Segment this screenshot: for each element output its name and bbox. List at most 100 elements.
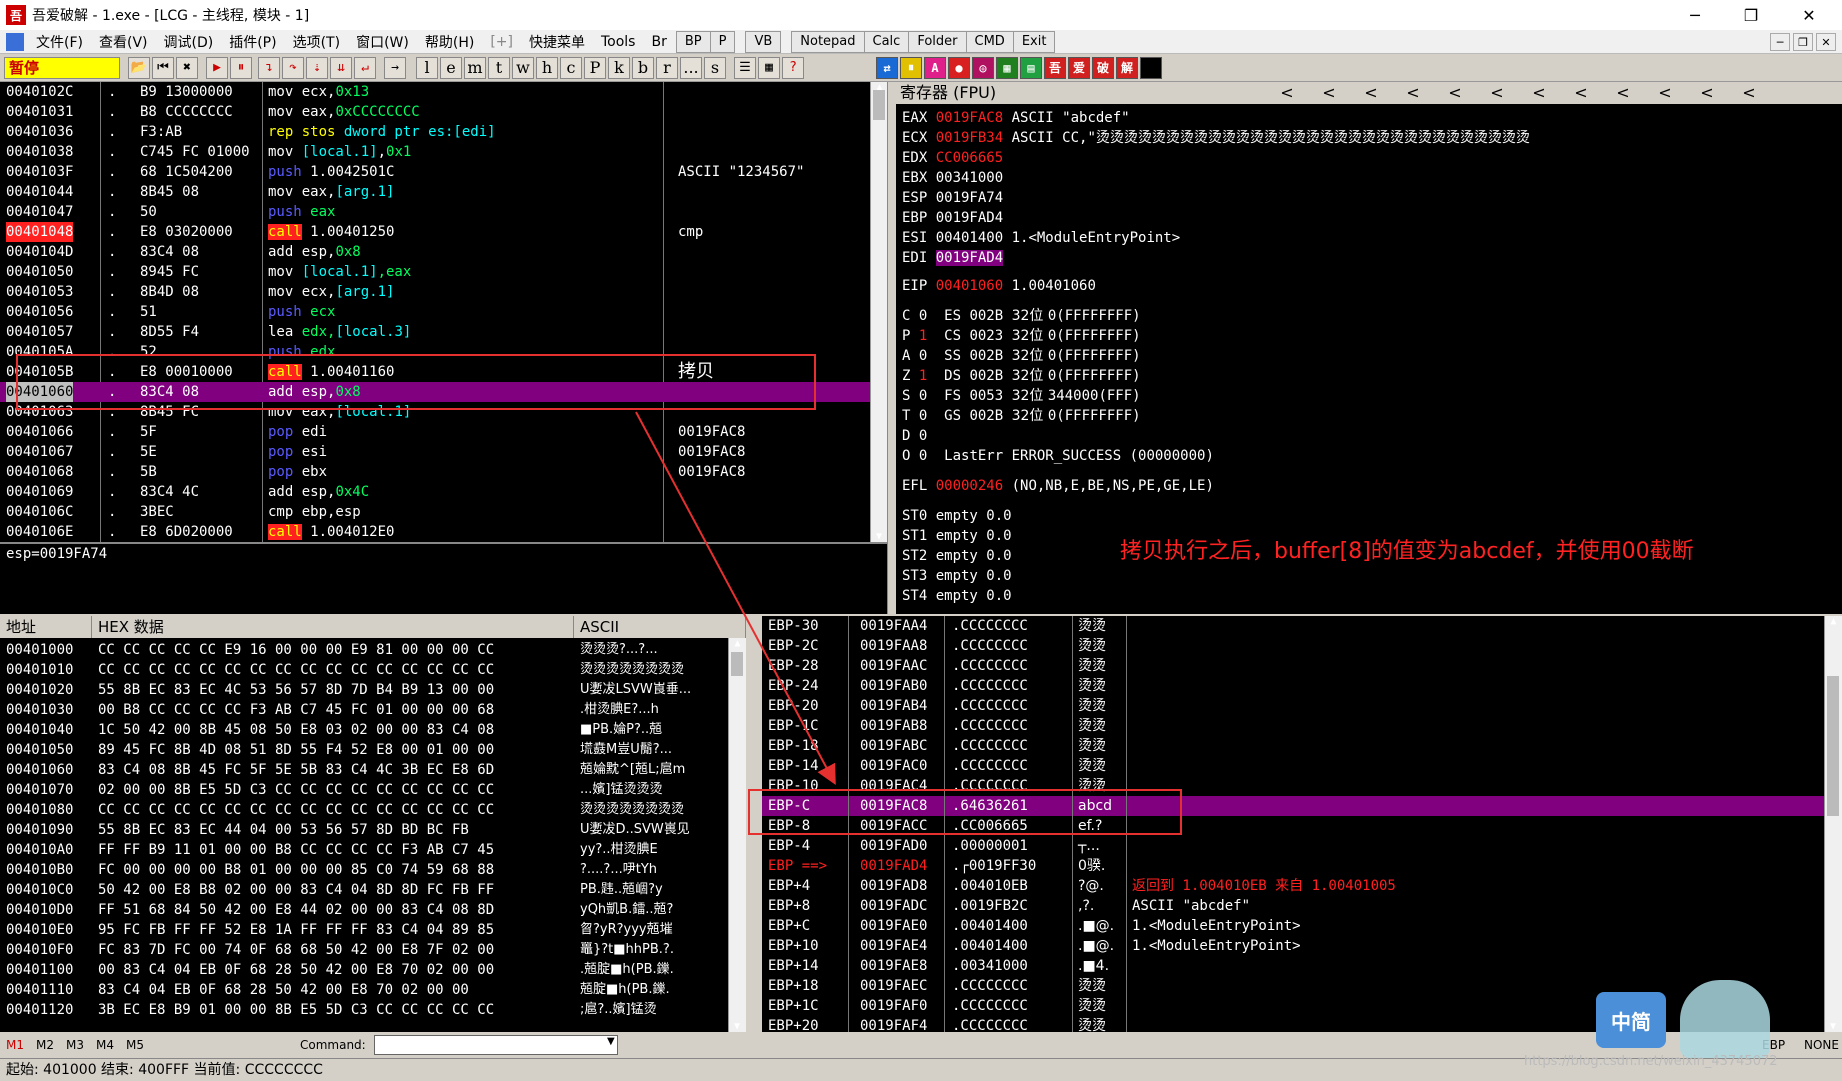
register-row-esi[interactable]: ESI 00401400 1.<ModuleEntryPoint> [902,228,1180,248]
mdi-close-icon[interactable]: ✕ [1816,33,1836,51]
dump-row[interactable]: 004010E0 95 FC FB FF FF 52 E8 1A FF FF FF… [0,920,728,940]
dump-row[interactable]: 004010A0 FF FF B9 11 01 00 00 B8 CC CC CC… [0,840,728,860]
nav-arrow-6[interactable]: < [1518,82,1560,104]
register-value[interactable]: 00401400 [936,230,1003,246]
nav-arrow-9[interactable]: < [1644,82,1686,104]
plugin-jie-icon[interactable]: 解 [1116,56,1138,79]
minimize-button[interactable]: ─ [1672,0,1718,30]
stack-row[interactable]: EBP-20 0019FAB4 .CCCCCCCC 烫烫 [762,696,1824,716]
mark-m2[interactable]: M2 [30,1038,60,1052]
goto-icon[interactable]: → [384,56,406,79]
register-value[interactable]: 0019FA74 [936,190,1003,206]
dump-row[interactable]: 00401070 02 00 00 8B E5 5D C3 CC CC CC CC… [0,780,728,800]
mark-m1[interactable]: M1 [0,1038,30,1052]
stack-row[interactable]: EBP-1C 0019FAB8 .CCCCCCCC 烫烫 [762,716,1824,736]
nav-arrow-8[interactable]: < [1602,82,1644,104]
stack-row[interactable]: EBP+4 0019FAD8 .004010EB ?@. 返回到 1.004010EB … [762,876,1824,896]
mark-m4[interactable]: M4 [90,1038,120,1052]
calc-button[interactable]: Calc [863,30,910,53]
flag-row-t[interactable]: T 0 GS 002B 32位 0(FFFFFFFF) [902,406,1141,426]
dump-row[interactable]: 004010B0 FC 00 00 00 00 B8 01 00 00 00 85… [0,860,728,880]
execute-till-return-icon[interactable]: ↵ [354,56,376,79]
open-icon[interactable]: 📂 [128,56,150,79]
window-button-9[interactable]: b [632,56,654,79]
fpu-row-4[interactable]: ST4 empty 0.0 [902,586,1012,606]
help-icon[interactable]: ? [782,56,804,79]
window-button-5[interactable]: h [536,56,558,79]
exit-button[interactable]: Exit [1012,30,1056,53]
flag-row-s[interactable]: S 0 FS 0053 32位 344000(FFF) [902,386,1141,406]
flag-row-c[interactable]: C 0 ES 002B 32位 0(FFFFFFFF) [902,306,1141,326]
nav-arrow-7[interactable]: < [1560,82,1602,104]
window-button-1[interactable]: e [440,56,462,79]
flag-row-d[interactable]: D 0 [902,426,927,446]
menu-file[interactable]: 文件(F) [28,32,91,52]
window-button-11[interactable]: ... [680,56,702,79]
disasm-row[interactable]: 00401056. 51 push ecx [0,302,870,322]
disasm-row[interactable]: 00401067. 5E pop esi 0019FAC8 [0,442,870,462]
register-value[interactable]: 0019FAD4 [935,250,1004,266]
register-row-ebx[interactable]: EBX 00341000 [902,168,1003,188]
window-button-8[interactable]: k [608,56,630,79]
register-value[interactable]: 0019FB34 [936,130,1003,146]
dump-row[interactable]: 00401080 CC CC CC CC CC CC CC CC CC CC CC… [0,800,728,820]
disasm-row[interactable]: 00401036. F3:AB rep stos dword ptr es:[edi… [0,122,870,142]
stack-row[interactable]: EBP-24 0019FAB0 .CCCCCCCC 烫烫 [762,676,1824,696]
pause-icon[interactable]: ⏸ [230,56,252,79]
nav-arrow-4[interactable]: < [1434,82,1476,104]
flag-row-o[interactable]: O 0 LastErr ERROR_SUCCESS (00000000) [902,446,1222,466]
step-over-icon[interactable]: ↷ [282,56,304,79]
register-row-esp[interactable]: ESP 0019FA74 [902,188,1003,208]
notepad-button[interactable]: Notepad [791,30,865,53]
memory-dump-pane[interactable]: 地址 HEX 数据 ASCII 00401000 CC CC CC CC CC E… [0,616,746,1032]
stack-row[interactable]: EBP+14 0019FAE8 .00341000 .■4. [762,956,1824,976]
nav-arrow-0[interactable]: < [1266,82,1308,104]
disasm-row[interactable]: 0040104D. 83C4 08 add esp,0x8 [0,242,870,262]
grid-icon[interactable]: ▦ [758,56,780,79]
register-row-efl[interactable]: EFL 00000246 (NO,NB,E,BE,NS,PE,GE,LE) [902,476,1214,496]
window-button-2[interactable]: m [464,56,486,79]
dump-row[interactable]: 00401100 00 83 C4 04 EB 0F 68 28 50 42 00… [0,960,728,980]
flag-row-p[interactable]: P 1 CS 0023 32位 0(FFFFFFFF) [902,326,1141,346]
bp-button[interactable]: BP [675,30,711,53]
plugin-a-icon[interactable]: A [924,56,946,79]
disasm-row[interactable]: 00401038. C745 FC 01000 mov [local.1],0x1 [0,142,870,162]
menu-plus[interactable]: [+] [482,34,521,50]
nav-arrow-1[interactable]: < [1308,82,1350,104]
nav-arrow-5[interactable]: < [1476,82,1518,104]
flag-row-a[interactable]: A 0 SS 002B 32位 0(FFFFFFFF) [902,346,1141,366]
window-button-3[interactable]: t [488,56,510,79]
restart-icon[interactable]: ⏮ [152,56,174,79]
fpu-row-3[interactable]: ST3 empty 0.0 [902,566,1012,586]
dump-header-hex[interactable]: HEX 数据 [92,616,574,638]
mdi-restore-icon[interactable]: ❐ [1793,33,1813,51]
register-value[interactable]: CC006665 [936,150,1003,166]
menu-br[interactable]: Br [643,34,676,50]
disasm-row[interactable]: 00401053. 8B4D 08 mov ecx,[arg.1] [0,282,870,302]
register-value[interactable]: 00401060 [936,278,1003,294]
mdi-minimize-icon[interactable]: ─ [1770,33,1790,51]
menu-tools[interactable]: Tools [593,34,644,50]
dump-row[interactable]: 00401050 89 45 FC 8B 4D 08 51 8D 55 F4 52… [0,740,728,760]
disasm-row[interactable]: 00401050. 8945 FC mov [local.1],eax [0,262,870,282]
fpu-row-0[interactable]: ST0 empty 0.0 [902,506,1012,526]
register-row-edi[interactable]: EDI 0019FAD4 [902,248,1004,268]
stack-row[interactable]: EBP ==> 0019FAD4 .┌0019FF30 0骙. [762,856,1824,876]
plugin-circle-icon[interactable]: ● [948,56,970,79]
dump-row[interactable]: 00401020 55 8B EC 83 EC 4C 53 56 57 8D 7D… [0,680,728,700]
restore-button[interactable]: ❐ [1728,0,1774,30]
register-value[interactable]: 00341000 [936,170,1003,186]
mark-m3[interactable]: M3 [60,1038,90,1052]
window-button-12[interactable]: s [704,56,726,79]
dump-row[interactable]: 004010D0 FF 51 68 84 50 42 00 E8 44 02 00… [0,900,728,920]
plugin-wu-icon[interactable]: 吾 [1044,56,1066,79]
dump-row[interactable]: 00401120 3B EC E8 B9 01 00 00 8B E5 5D C3… [0,1000,728,1020]
disasm-scrollbar[interactable]: ▲ ▼ [870,82,887,542]
dump-row[interactable]: 00401110 83 C4 04 EB 0F 68 28 50 42 00 E8… [0,980,728,1000]
stack-row[interactable]: EBP-2C 0019FAA8 .CCCCCCCC 烫烫 [762,636,1824,656]
stack-row[interactable]: EBP+C 0019FAE0 .00401400 .■@. 1.<ModuleEntry… [762,916,1824,936]
register-value[interactable]: 0019FAC8 [936,110,1003,126]
plugin-pause-icon[interactable]: ⏸ [900,56,922,79]
run-icon[interactable]: ▶ [206,56,228,79]
command-input[interactable]: ▼ [373,1035,618,1055]
